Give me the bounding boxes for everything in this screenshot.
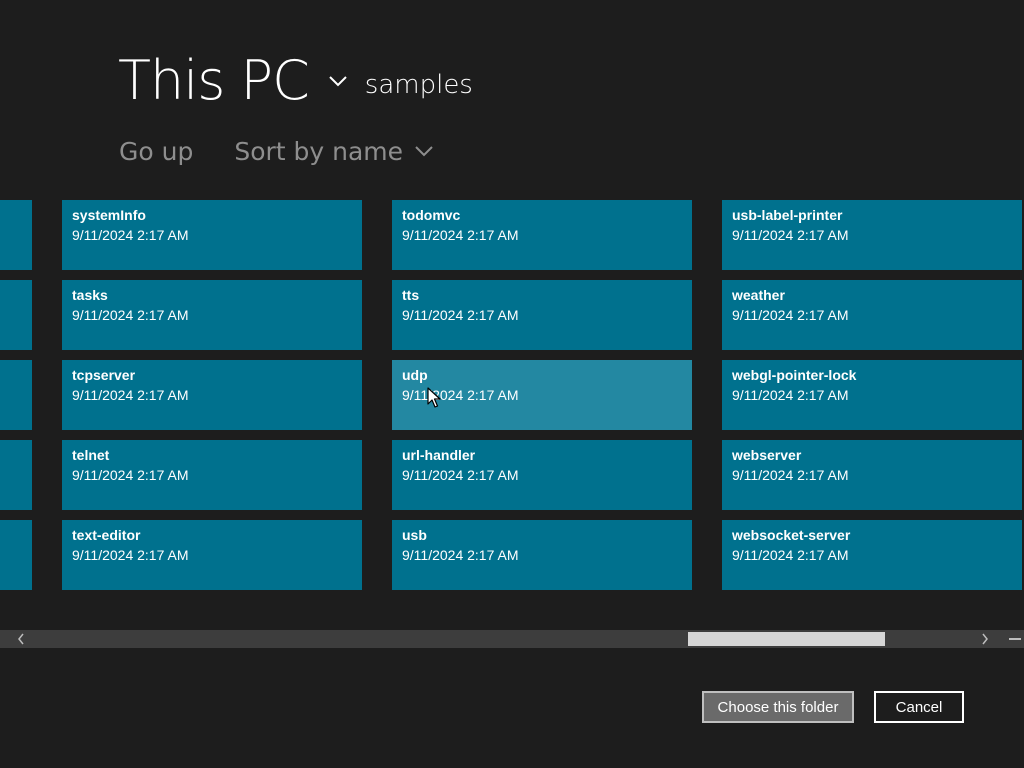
folder-tile[interactable]: usb 9/11/2024 2:17 AM bbox=[392, 520, 692, 590]
folder-tile[interactable]: usb-label-printer 9/11/2024 2:17 AM bbox=[722, 200, 1022, 270]
folder-tile[interactable]: todomvc 9/11/2024 2:17 AM bbox=[392, 200, 692, 270]
choose-folder-button[interactable]: Choose this folder bbox=[702, 691, 854, 723]
folder-name: tcpserver bbox=[72, 367, 136, 383]
folder-date: 9/11/2024 2:17 AM bbox=[732, 467, 849, 483]
folder-tile[interactable]: tcpserver 9/11/2024 2:17 AM bbox=[62, 360, 362, 430]
location-header: This PC samples bbox=[118, 46, 473, 116]
folder-date: 9/11/2024 2:17 AM bbox=[72, 307, 189, 323]
chevron-down-icon[interactable] bbox=[327, 70, 349, 92]
folder-name: text-editor bbox=[72, 527, 141, 543]
folder-date: 9/11/2024 2:17 AM bbox=[402, 387, 519, 403]
scrollbar-thumb[interactable] bbox=[688, 632, 885, 646]
folder-date: 9/11/2024 2:17 AM bbox=[732, 547, 849, 563]
folder-tile[interactable]: text-editor 9/11/2024 2:17 AM bbox=[62, 520, 362, 590]
folder-name: todomvc bbox=[402, 207, 461, 223]
go-up-button[interactable]: Go up bbox=[119, 137, 193, 166]
folder-name: websocket-server bbox=[732, 527, 851, 543]
command-bar: Go up Sort by name bbox=[119, 130, 435, 172]
folder-tile-partial[interactable] bbox=[0, 200, 32, 270]
folder-tile-partial[interactable] bbox=[0, 360, 32, 430]
folder-date: 9/11/2024 2:17 AM bbox=[732, 307, 849, 323]
folder-tile-partial[interactable] bbox=[0, 440, 32, 510]
folder-tile-partial[interactable] bbox=[0, 520, 32, 590]
folder-date: 9/11/2024 2:17 AM bbox=[72, 547, 189, 563]
folder-date: 9/11/2024 2:17 AM bbox=[732, 387, 849, 403]
horizontal-scrollbar[interactable] bbox=[0, 630, 1024, 648]
folder-name: tts bbox=[402, 287, 420, 303]
folder-tile[interactable]: tasks 9/11/2024 2:17 AM bbox=[62, 280, 362, 350]
folder-date: 9/11/2024 2:17 AM bbox=[72, 467, 189, 483]
folder-date: 9/11/2024 2:17 AM bbox=[72, 387, 189, 403]
folder-name: tasks bbox=[72, 287, 108, 303]
folder-tile-hovered[interactable]: udp 9/11/2024 2:17 AM bbox=[392, 360, 692, 430]
folder-tile[interactable]: tts 9/11/2024 2:17 AM bbox=[392, 280, 692, 350]
folder-date: 9/11/2024 2:17 AM bbox=[402, 467, 519, 483]
cancel-button[interactable]: Cancel bbox=[874, 691, 964, 723]
folder-tile[interactable]: webgl-pointer-lock 9/11/2024 2:17 AM bbox=[722, 360, 1022, 430]
folder-tile[interactable]: weather 9/11/2024 2:17 AM bbox=[722, 280, 1022, 350]
folder-date: 9/11/2024 2:17 AM bbox=[402, 547, 519, 563]
folder-date: 9/11/2024 2:17 AM bbox=[402, 227, 519, 243]
folder-date: 9/11/2024 2:17 AM bbox=[72, 227, 189, 243]
folder-name: webserver bbox=[732, 447, 802, 463]
chevron-right-icon[interactable] bbox=[976, 630, 994, 648]
folder-tile-partial[interactable] bbox=[0, 280, 32, 350]
folder-date: 9/11/2024 2:17 AM bbox=[402, 307, 519, 323]
folder-tile[interactable]: webserver 9/11/2024 2:17 AM bbox=[722, 440, 1022, 510]
folder-name: telnet bbox=[72, 447, 110, 463]
folder-grid: systemInfo 9/11/2024 2:17 AM tasks 9/11/… bbox=[0, 200, 1024, 592]
folder-tile[interactable]: systemInfo 9/11/2024 2:17 AM bbox=[62, 200, 362, 270]
folder-name: url-handler bbox=[402, 447, 476, 463]
minus-icon[interactable] bbox=[1006, 631, 1024, 647]
folder-name: weather bbox=[732, 287, 785, 303]
folder-tile[interactable]: url-handler 9/11/2024 2:17 AM bbox=[392, 440, 692, 510]
folder-name: udp bbox=[402, 367, 428, 383]
folder-name: usb bbox=[402, 527, 427, 543]
folder-name: usb-label-printer bbox=[732, 207, 843, 223]
folder-date: 9/11/2024 2:17 AM bbox=[732, 227, 849, 243]
folder-tile[interactable]: websocket-server 9/11/2024 2:17 AM bbox=[722, 520, 1022, 590]
chevron-left-icon[interactable] bbox=[12, 630, 30, 648]
folder-tile[interactable]: telnet 9/11/2024 2:17 AM bbox=[62, 440, 362, 510]
sort-by-label: Sort by name bbox=[234, 136, 404, 166]
current-folder-name: samples bbox=[364, 70, 473, 100]
sort-by-button[interactable]: Sort by name bbox=[234, 137, 435, 166]
folder-name: systemInfo bbox=[72, 207, 146, 223]
chevron-down-icon bbox=[415, 141, 435, 161]
location-title[interactable]: This PC bbox=[118, 46, 310, 116]
folder-name: webgl-pointer-lock bbox=[732, 367, 857, 383]
